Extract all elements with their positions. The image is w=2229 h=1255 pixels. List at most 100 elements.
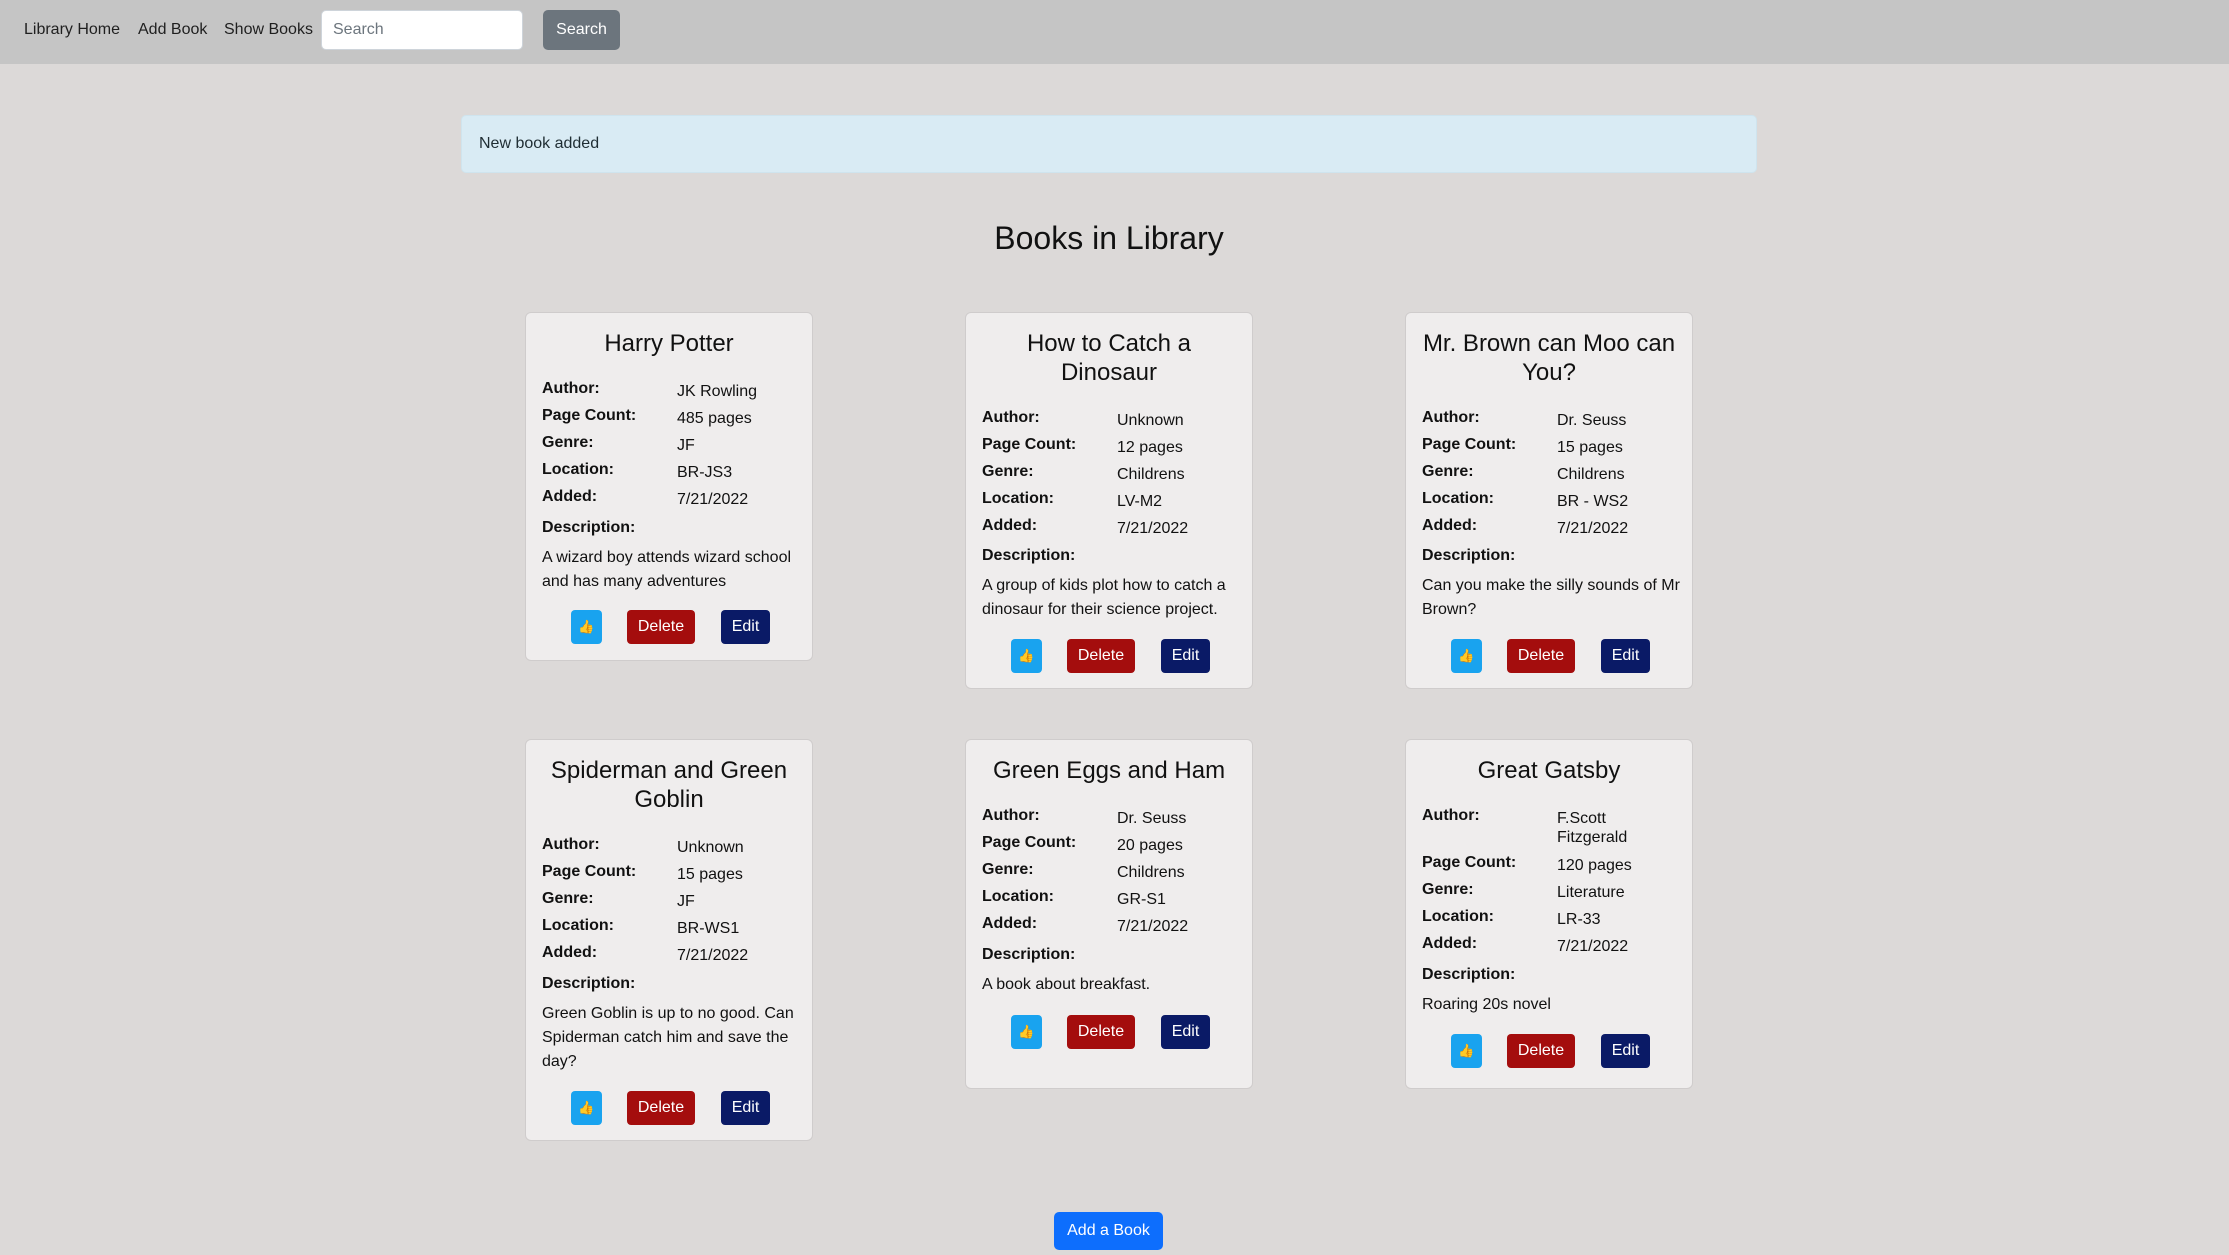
book-card: Mr. Brown can Moo can You? Author: Dr. S… [1405, 312, 1693, 689]
delete-button[interactable]: Delete [1067, 1015, 1135, 1049]
added-value: 7/21/2022 [1557, 938, 1629, 955]
like-button[interactable]: 👍 [571, 610, 602, 644]
page-count-label: Page Count: [1422, 436, 1517, 453]
delete-button[interactable]: Delete [1507, 1034, 1575, 1068]
genre-value: Literature [1557, 884, 1625, 901]
added-label: Added: [982, 517, 1038, 534]
author-value: Unknown [677, 839, 744, 856]
author-label: Author: [1422, 807, 1480, 824]
genre-value: JF [677, 437, 695, 454]
nav-show-books[interactable]: Show Books [224, 20, 313, 40]
genre-label: Genre: [1422, 881, 1474, 898]
description-text: A group of kids plot how to catch a dino… [982, 577, 1226, 618]
edit-button[interactable]: Edit [721, 1091, 770, 1125]
author-label: Author: [982, 807, 1040, 824]
delete-button[interactable]: Delete [1507, 639, 1575, 673]
edit-button[interactable]: Edit [1601, 1034, 1650, 1068]
search-button[interactable]: Search [543, 10, 620, 50]
description-label: Description: [982, 547, 1076, 564]
delete-button[interactable]: Delete [627, 610, 695, 644]
author-label: Author: [1422, 409, 1480, 426]
page-title: Books in Library [994, 220, 1224, 256]
description-label: Description: [542, 519, 636, 536]
nav-add-book[interactable]: Add Book [138, 20, 207, 40]
page-count-value: 20 pages [1117, 837, 1183, 854]
author-value: F.Scott Fitzgerald [1557, 810, 1628, 846]
delete-button[interactable]: Delete [627, 1091, 695, 1125]
added-label: Added: [982, 915, 1038, 932]
like-button[interactable]: 👍 [1451, 639, 1482, 673]
like-button[interactable]: 👍 [1011, 639, 1042, 673]
edit-button[interactable]: Edit [1161, 1015, 1210, 1049]
added-value: 7/21/2022 [677, 947, 749, 964]
added-label: Added: [542, 488, 598, 505]
description-label: Description: [542, 975, 636, 992]
description-text: Roaring 20s novel [1422, 996, 1551, 1013]
book-title: How to Catch a Dinosaur [1026, 330, 1192, 386]
author-label: Author: [542, 836, 600, 853]
page-count-value: 485 pages [677, 410, 752, 427]
location-value: BR - WS2 [1557, 493, 1629, 510]
location-label: Location: [982, 490, 1054, 507]
like-button[interactable]: 👍 [571, 1091, 602, 1125]
nav-library-home[interactable]: Library Home [24, 20, 120, 40]
genre-label: Genre: [542, 434, 594, 451]
author-value: Unknown [1117, 412, 1184, 429]
book-title: Green Eggs and Ham [992, 757, 1226, 784]
location-value: LV-M2 [1117, 493, 1163, 510]
genre-label: Genre: [982, 463, 1034, 480]
like-button[interactable]: 👍 [1011, 1015, 1042, 1049]
book-card: Spiderman and Green Goblin Author: Unkno… [525, 739, 813, 1141]
description-text: A wizard boy attends wizard school and h… [542, 549, 792, 590]
book-card: Great Gatsby Author: F.Scott Fitzgerald … [1405, 739, 1693, 1089]
added-label: Added: [542, 944, 598, 961]
location-value: BR-WS1 [677, 920, 740, 937]
add-a-book-button[interactable]: Add a Book [1054, 1212, 1163, 1250]
location-label: Location: [542, 917, 614, 934]
search-input[interactable] [321, 10, 523, 50]
genre-value: JF [677, 893, 695, 910]
location-value: GR-S1 [1117, 891, 1166, 908]
added-value: 7/21/2022 [1557, 520, 1629, 537]
delete-button[interactable]: Delete [1067, 639, 1135, 673]
book-card: Harry Potter Author: JK Rowling Page Cou… [525, 312, 813, 661]
page-count-label: Page Count: [982, 834, 1077, 851]
description-text: A book about breakfast. [982, 976, 1151, 993]
page-count-value: 12 pages [1117, 439, 1183, 456]
location-label: Location: [1422, 490, 1494, 507]
book-title: Spiderman and Green Goblin [550, 757, 788, 813]
author-label: Author: [982, 409, 1040, 426]
description-text: Can you make the silly sounds of Mr Brow… [1422, 577, 1680, 618]
edit-button[interactable]: Edit [1161, 639, 1210, 673]
added-label: Added: [1422, 517, 1478, 534]
author-value: JK Rowling [677, 383, 758, 400]
location-label: Location: [1422, 908, 1494, 925]
book-card: Green Eggs and Ham Author: Dr. Seuss Pag… [965, 739, 1253, 1089]
page-count-label: Page Count: [542, 863, 637, 880]
edit-button[interactable]: Edit [721, 610, 770, 644]
alert-new-book-added: New book added [461, 115, 1757, 173]
added-label: Added: [1422, 935, 1478, 952]
author-value: Dr. Seuss [1557, 412, 1627, 429]
genre-value: Childrens [1557, 466, 1625, 483]
edit-button[interactable]: Edit [1601, 639, 1650, 673]
page-count-value: 15 pages [1557, 439, 1623, 456]
added-value: 7/21/2022 [677, 491, 749, 508]
genre-label: Genre: [982, 861, 1034, 878]
page-count-label: Page Count: [982, 436, 1077, 453]
book-title: Harry Potter [604, 330, 734, 357]
genre-label: Genre: [542, 890, 594, 907]
location-value: LR-33 [1557, 911, 1601, 928]
book-card: How to Catch a Dinosaur Author: Unknown … [965, 312, 1253, 689]
added-value: 7/21/2022 [1117, 918, 1189, 935]
genre-label: Genre: [1422, 463, 1474, 480]
page-count-label: Page Count: [542, 407, 637, 424]
description-label: Description: [1422, 547, 1516, 564]
navbar: Library Home Add Book Show Books Search [0, 0, 2229, 64]
book-title: Mr. Brown can Moo can You? [1422, 330, 1676, 386]
page-count-value: 120 pages [1557, 857, 1632, 874]
like-button[interactable]: 👍 [1451, 1034, 1482, 1068]
description-label: Description: [982, 946, 1076, 963]
author-value: Dr. Seuss [1117, 810, 1187, 827]
page-count-value: 15 pages [677, 866, 743, 883]
